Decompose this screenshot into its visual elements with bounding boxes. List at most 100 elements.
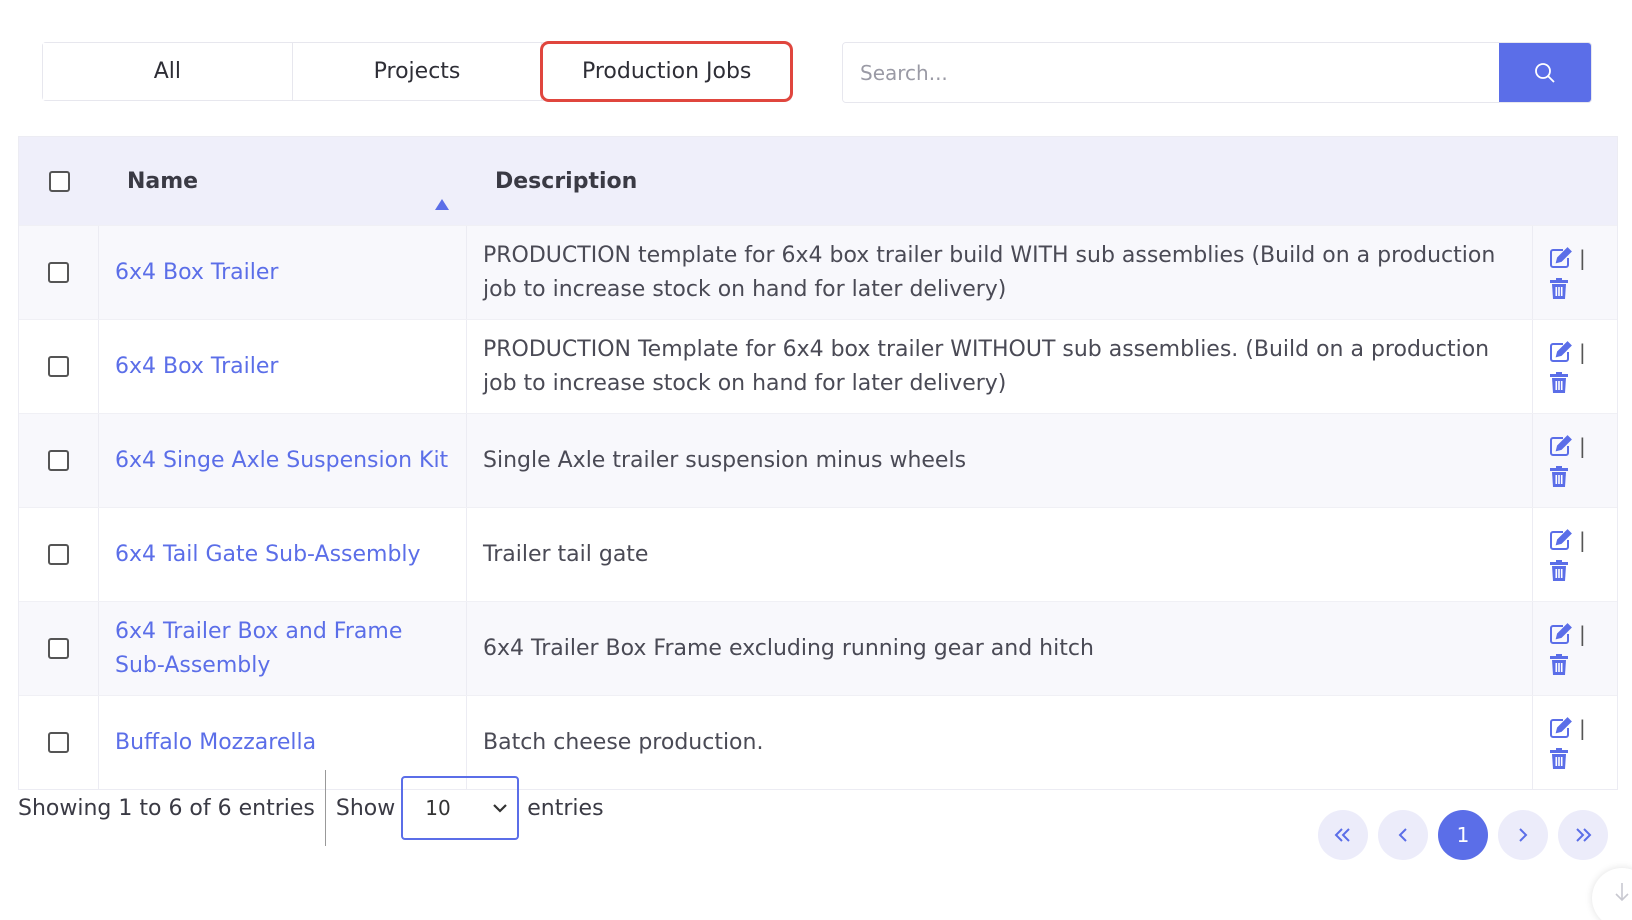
last-page-button[interactable] — [1558, 810, 1608, 860]
row-name-cell: 6x4 Box Trailer — [99, 320, 467, 413]
trash-icon[interactable] — [1549, 277, 1617, 300]
row-actions-cell: | — [1533, 696, 1617, 789]
table-row: 6x4 Singe Axle Suspension Kit Single Axl… — [19, 413, 1617, 507]
row-check-cell — [19, 508, 99, 601]
table-row: 6x4 Box Trailer PRODUCTION template for … — [19, 225, 1617, 319]
row-description: Single Axle trailer suspension minus whe… — [483, 447, 967, 473]
header-check-cell — [19, 170, 99, 192]
row-checkbox[interactable] — [48, 544, 69, 565]
show-label: Show — [335, 795, 396, 821]
trash-icon[interactable] — [1549, 653, 1617, 676]
row-checkbox[interactable] — [48, 732, 69, 753]
row-name-link[interactable]: Buffalo Mozzarella — [115, 726, 316, 760]
row-actions-top: | — [1549, 340, 1617, 364]
table-header: Name Description — [19, 137, 1617, 225]
edit-icon[interactable] — [1549, 528, 1573, 551]
row-description: PRODUCTION Template for 6x4 box trailer … — [483, 336, 1490, 396]
edit-icon[interactable] — [1549, 340, 1573, 363]
search-icon — [1535, 62, 1555, 83]
row-name-link[interactable]: 6x4 Box Trailer — [115, 256, 278, 290]
row-actions-cell: | — [1533, 320, 1617, 413]
scroll-to-bottom-button[interactable] — [1592, 868, 1632, 920]
search-input[interactable] — [843, 43, 1499, 102]
row-actions-top: | — [1549, 528, 1617, 552]
table-row: 6x4 Trailer Box and Frame Sub-Assembly 6… — [19, 601, 1617, 695]
row-description: PRODUCTION template for 6x4 box trailer … — [483, 242, 1496, 302]
column-header-description: Description — [495, 168, 638, 194]
double-chevron-left-icon — [1334, 828, 1350, 842]
next-page-button[interactable] — [1498, 810, 1548, 860]
chevron-left-icon — [1398, 828, 1407, 842]
trash-icon[interactable] — [1549, 747, 1617, 770]
production-jobs-table: Name Description 6x4 Box Trailer PRODUCT… — [18, 136, 1618, 790]
action-separator: | — [1579, 715, 1586, 740]
arrow-down-icon — [1615, 883, 1629, 902]
header-description-cell[interactable]: Description — [467, 169, 1533, 194]
first-page-button[interactable] — [1318, 810, 1368, 860]
tab-all[interactable]: All — [43, 43, 293, 100]
row-actions-top: | — [1549, 622, 1617, 646]
row-actions-top: | — [1549, 434, 1617, 458]
row-name-link[interactable]: 6x4 Singe Axle Suspension Kit — [115, 444, 448, 478]
row-actions-cell: | — [1533, 226, 1617, 319]
row-actions-top: | — [1549, 716, 1617, 740]
row-name-cell: 6x4 Box Trailer — [99, 226, 467, 319]
entries-summary: Showing 1 to 6 of 6 entries — [18, 770, 326, 846]
pagination: 1 — [1318, 810, 1608, 860]
row-description: 6x4 Trailer Box Frame excluding running … — [483, 635, 1094, 661]
row-check-cell — [19, 320, 99, 413]
row-check-cell — [19, 602, 99, 695]
trash-icon[interactable] — [1549, 559, 1617, 582]
previous-page-button[interactable] — [1378, 810, 1428, 860]
double-chevron-right-icon — [1576, 828, 1592, 842]
edit-icon[interactable] — [1549, 246, 1573, 269]
tab-production-jobs[interactable]: Production Jobs — [540, 41, 794, 102]
table-footer: Showing 1 to 6 of 6 entries Show 10 entr… — [18, 770, 604, 846]
trash-icon[interactable] — [1549, 465, 1617, 488]
row-description-cell: 6x4 Trailer Box Frame excluding running … — [467, 602, 1533, 695]
table-row: 6x4 Box Trailer PRODUCTION Template for … — [19, 319, 1617, 413]
entries-label: entries — [527, 795, 604, 821]
row-description-cell: Batch cheese production. — [467, 696, 1533, 789]
select-all-checkbox[interactable] — [48, 170, 70, 192]
row-description-cell: Single Axle trailer suspension minus whe… — [467, 414, 1533, 507]
chevron-right-icon — [1519, 828, 1528, 842]
row-name-cell: 6x4 Tail Gate Sub-Assembly — [99, 508, 467, 601]
row-name-link[interactable]: 6x4 Tail Gate Sub-Assembly — [115, 538, 421, 572]
row-check-cell — [19, 414, 99, 507]
page-size-select[interactable]: 10 — [401, 776, 520, 840]
page-size-value: 10 — [425, 796, 451, 820]
row-name-link[interactable]: 6x4 Trailer Box and Frame Sub-Assembly — [115, 615, 454, 683]
row-checkbox[interactable] — [48, 262, 69, 283]
search-button[interactable] — [1499, 43, 1591, 102]
row-check-cell — [19, 226, 99, 319]
sort-ascending-icon — [435, 198, 449, 210]
column-header-name: Name — [127, 168, 199, 194]
edit-icon[interactable] — [1549, 434, 1573, 457]
edit-icon[interactable] — [1549, 622, 1573, 645]
row-name-cell: 6x4 Singe Axle Suspension Kit — [99, 414, 467, 507]
row-checkbox[interactable] — [48, 356, 69, 377]
chevron-down-icon — [493, 804, 508, 813]
row-description-cell: PRODUCTION template for 6x4 box trailer … — [467, 226, 1533, 319]
edit-icon[interactable] — [1549, 716, 1573, 739]
row-checkbox[interactable] — [48, 638, 69, 659]
row-actions-cell: | — [1533, 602, 1617, 695]
row-actions-cell: | — [1533, 508, 1617, 601]
header-name-cell[interactable]: Name — [99, 168, 467, 210]
filter-tabs: All Projects Production Jobs — [42, 41, 794, 102]
row-description-cell: Trailer tail gate — [467, 508, 1533, 601]
row-checkbox[interactable] — [48, 450, 69, 471]
search-bar — [842, 42, 1592, 103]
trash-icon[interactable] — [1549, 371, 1617, 394]
row-name-cell: 6x4 Trailer Box and Frame Sub-Assembly — [99, 602, 467, 695]
row-description: Batch cheese production. — [483, 729, 764, 755]
page-button-current[interactable]: 1 — [1438, 810, 1488, 860]
tab-projects[interactable]: Projects — [292, 43, 543, 100]
action-separator: | — [1579, 245, 1586, 270]
row-description: Trailer tail gate — [483, 541, 649, 567]
action-separator: | — [1579, 339, 1586, 364]
row-name-link[interactable]: 6x4 Box Trailer — [115, 350, 278, 384]
row-actions-cell: | — [1533, 414, 1617, 507]
action-separator: | — [1579, 621, 1586, 646]
